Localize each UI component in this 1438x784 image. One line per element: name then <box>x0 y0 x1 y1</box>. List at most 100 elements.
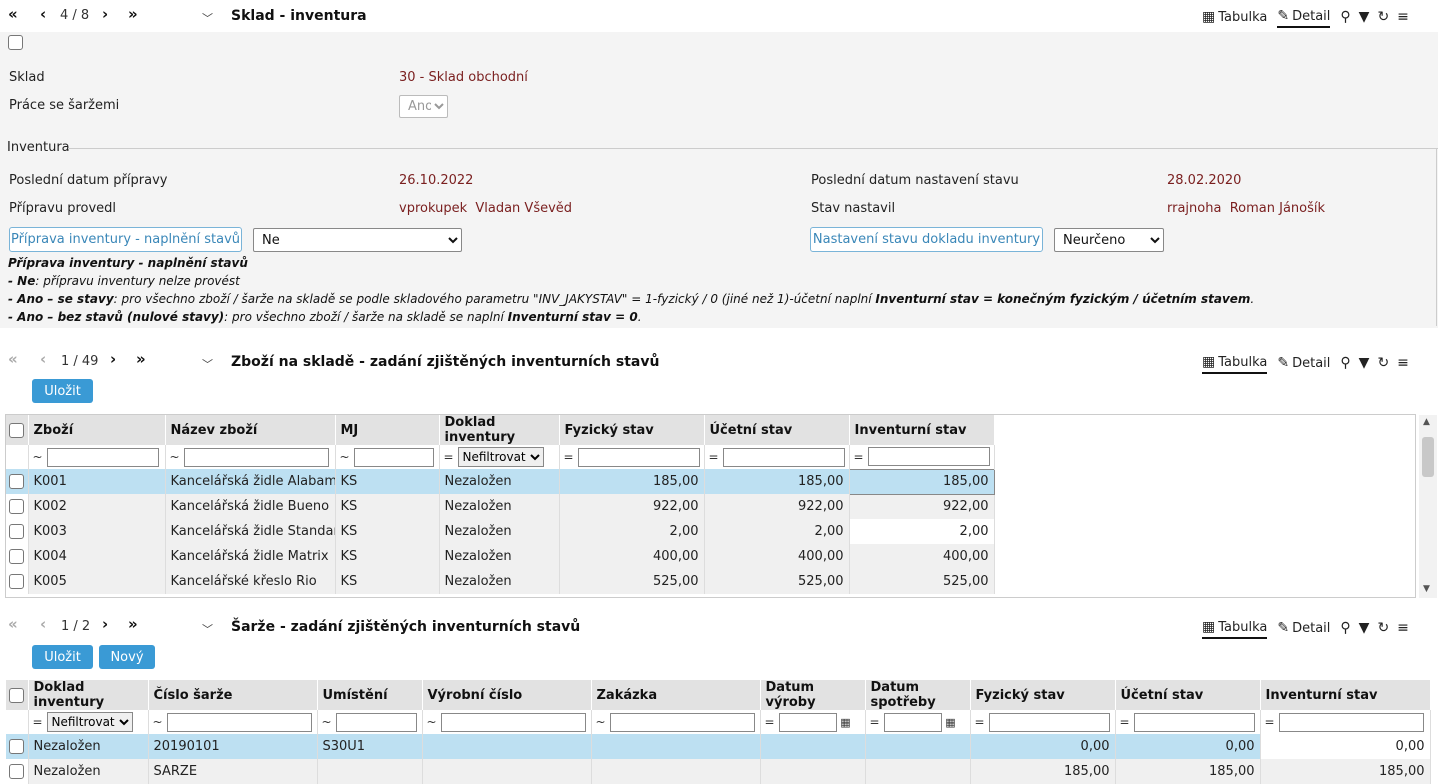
batches-filter-select[interactable]: Nefiltrovat <box>46 712 133 732</box>
goods-col-header[interactable]: MJ <box>335 415 440 445</box>
inventory-qty-cell[interactable]: 0,00 <box>1260 734 1431 759</box>
search-icon[interactable]: ⚲ <box>1340 10 1350 24</box>
priprava-select[interactable]: Ne <box>253 228 462 252</box>
batches-filter-input[interactable] <box>778 712 837 732</box>
goods-filter-input[interactable] <box>577 447 700 467</box>
filter-icon[interactable]: ▼ <box>1359 10 1370 24</box>
batches-col-header[interactable]: Účetní stav <box>1115 680 1261 710</box>
nastaveni-select[interactable]: Neurčeno <box>1054 228 1164 252</box>
batches-collapse-icon[interactable]: ﹀ <box>202 621 213 637</box>
goods-save-button[interactable]: Uložit <box>32 379 93 403</box>
goods-refresh-icon[interactable]: ↻ <box>1377 356 1389 370</box>
goods-first-icon[interactable]: « <box>8 350 18 368</box>
goods-collapse-icon[interactable]: ﹀ <box>202 356 213 372</box>
batches-table-view-button[interactable]: ▦ Tabulka <box>1202 617 1268 639</box>
goods-filter-input[interactable] <box>183 447 329 467</box>
batches-last-icon[interactable]: » <box>128 615 138 633</box>
batches-refresh-icon[interactable]: ↻ <box>1377 621 1389 635</box>
batches-filter-input[interactable] <box>883 712 942 732</box>
inventory-qty-cell[interactable]: 525,00 <box>849 569 995 594</box>
table-row[interactable]: K002 Kancelářská židle Bueno KS Nezalože… <box>6 494 995 519</box>
goods-detail-view-button[interactable]: ✎ Detail <box>1277 352 1330 374</box>
calendar-icon[interactable]: ▦ <box>839 716 853 729</box>
batches-filter-input[interactable] <box>1278 712 1424 732</box>
goods-scrollbar[interactable]: ▲ ▼ <box>1419 415 1437 598</box>
row-checkbox[interactable] <box>9 499 24 514</box>
batches-menu-icon[interactable]: ≡ <box>1397 621 1409 635</box>
goods-col-header[interactable]: Účetní stav <box>704 415 850 445</box>
batches-save-button[interactable]: Uložit <box>32 645 93 669</box>
table-view-button[interactable]: ▦ Tabulka <box>1202 6 1267 28</box>
nastaveni-stavu-button[interactable]: Nastavení stavu dokladu inventury <box>810 227 1043 252</box>
batches-filter-input[interactable] <box>1133 712 1255 732</box>
batches-filter-input[interactable] <box>609 712 755 732</box>
calendar-icon[interactable]: ▦ <box>944 716 958 729</box>
batches-filter-input[interactable] <box>166 712 312 732</box>
table-row[interactable]: Nezaložen 20190101 S30U1 0,00 0,00 0,00 <box>6 734 1431 759</box>
scroll-down-icon[interactable]: ▼ <box>1423 584 1430 594</box>
priprava-inventury-button[interactable]: Příprava inventury - naplnění stavů <box>9 227 242 252</box>
last-record-icon[interactable]: » <box>128 5 138 23</box>
batches-filter-input[interactable] <box>440 712 586 732</box>
detail-view-button[interactable]: ✎ Detail <box>1277 6 1331 28</box>
row-checkbox[interactable] <box>9 524 24 539</box>
menu-icon[interactable]: ≡ <box>1397 10 1409 24</box>
batches-next-icon[interactable]: › <box>102 615 108 633</box>
goods-filter-select[interactable]: Nefiltrovat <box>457 447 544 467</box>
table-row[interactable]: K005 Kancelářské křeslo Rio KS Nezaložen… <box>6 569 995 594</box>
goods-filter-input[interactable] <box>46 447 159 467</box>
inventory-qty-cell[interactable]: 185,00 <box>1260 759 1431 784</box>
goods-col-header[interactable]: Inventurní stav <box>849 415 995 445</box>
goods-last-icon[interactable]: » <box>136 350 146 368</box>
goods-col-header[interactable]: Fyzický stav <box>559 415 705 445</box>
next-record-icon[interactable]: › <box>102 5 108 23</box>
row-checkbox[interactable] <box>9 474 24 489</box>
batches-first-icon[interactable]: « <box>8 615 18 633</box>
goods-col-header[interactable]: Název zboží <box>165 415 336 445</box>
table-row[interactable]: K003 Kancelářská židle Standard KS Nezal… <box>6 519 995 544</box>
goods-filter-input[interactable] <box>867 447 990 467</box>
table-row[interactable]: Nezaložen SARZE 185,00 185,00 185,00 <box>6 759 1431 784</box>
refresh-icon[interactable]: ↻ <box>1377 10 1389 24</box>
prev-record-icon[interactable]: ‹ <box>40 5 46 23</box>
batches-filter-icon[interactable]: ▼ <box>1359 621 1370 635</box>
first-record-icon[interactable]: « <box>8 5 18 23</box>
batches-col-header[interactable]: Zakázka <box>591 680 761 710</box>
row-checkbox[interactable] <box>9 739 24 754</box>
record-checkbox[interactable] <box>8 35 23 50</box>
goods-prev-icon[interactable]: ‹ <box>40 350 46 368</box>
goods-select-all[interactable] <box>6 415 29 445</box>
goods-next-icon[interactable]: › <box>110 350 116 368</box>
inventory-qty-cell[interactable]: 922,00 <box>849 494 995 519</box>
goods-filter-icon[interactable]: ▼ <box>1359 356 1370 370</box>
batches-prev-icon[interactable]: ‹ <box>40 615 46 633</box>
goods-filter-input[interactable] <box>722 447 845 467</box>
table-row[interactable]: K004 Kancelářská židle Matrix KS Nezalož… <box>6 544 995 569</box>
goods-filter-input[interactable] <box>353 447 434 467</box>
batches-new-button[interactable]: Nový <box>99 645 155 669</box>
inventory-qty-cell[interactable]: 2,00 <box>849 519 995 544</box>
batches-col-header[interactable]: Fyzický stav <box>970 680 1116 710</box>
goods-scrollbar-thumb[interactable] <box>1422 437 1434 477</box>
batches-select-all[interactable] <box>6 680 29 710</box>
batches-search-icon[interactable]: ⚲ <box>1340 621 1350 635</box>
batches-detail-view-button[interactable]: ✎ Detail <box>1277 617 1330 639</box>
goods-search-icon[interactable]: ⚲ <box>1340 356 1350 370</box>
batches-col-header[interactable]: Datum spotřeby <box>865 680 971 710</box>
row-checkbox[interactable] <box>9 764 24 779</box>
batches-col-header[interactable]: Výrobní číslo <box>422 680 592 710</box>
inventory-qty-cell[interactable]: 185,00 <box>848 468 995 495</box>
batches-col-header[interactable]: Umístění <box>317 680 423 710</box>
batches-filter-input[interactable] <box>335 712 417 732</box>
goods-table-view-button[interactable]: ▦ Tabulka <box>1202 352 1268 374</box>
batches-col-header[interactable]: Číslo šarže <box>148 680 318 710</box>
goods-menu-icon[interactable]: ≡ <box>1397 356 1409 370</box>
batches-col-header[interactable]: Datum výroby <box>760 680 866 710</box>
table-row[interactable]: K001 Kancelářská židle Alabama KS Nezalo… <box>6 468 995 495</box>
inventory-qty-cell[interactable]: 400,00 <box>849 544 995 569</box>
scroll-up-icon[interactable]: ▲ <box>1423 417 1430 427</box>
goods-col-header[interactable]: Zboží <box>28 415 166 445</box>
batches-filter-input[interactable] <box>988 712 1110 732</box>
row-checkbox[interactable] <box>9 549 24 564</box>
collapse-chevron-icon[interactable]: ﹀ <box>202 10 213 26</box>
